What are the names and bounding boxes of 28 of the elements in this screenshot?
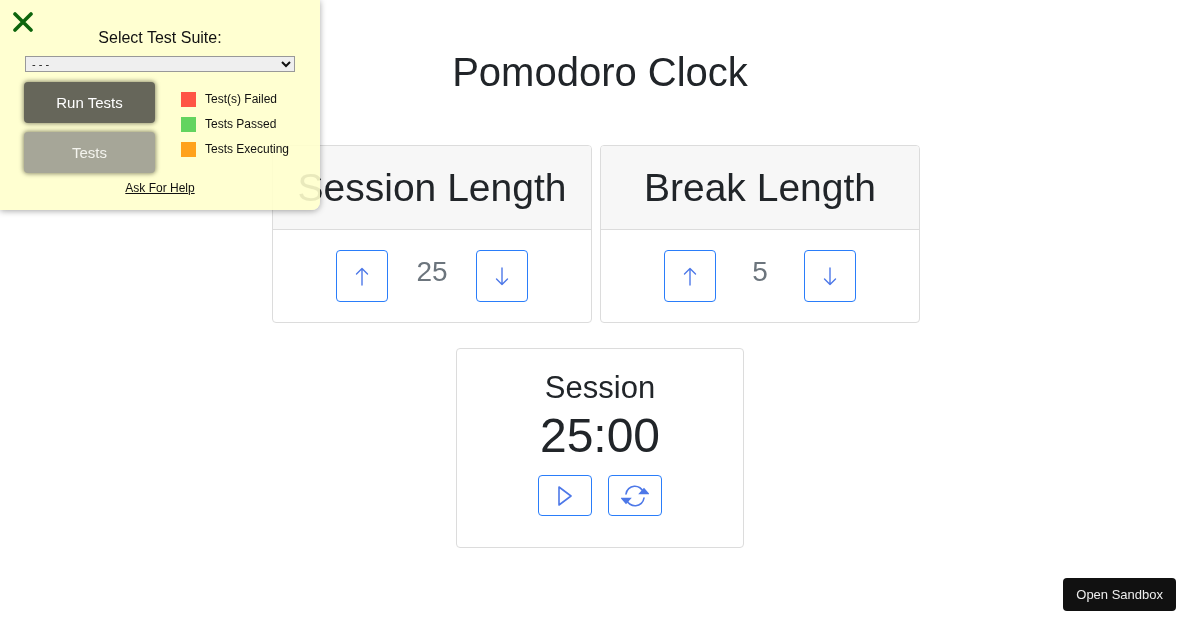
arrow-down-icon [823, 266, 837, 286]
arrow-down-icon [495, 266, 509, 286]
legend-label: Tests Passed [205, 117, 277, 132]
page-title: Pomodoro Clock [452, 49, 748, 96]
arrow-up-icon [355, 266, 369, 286]
increment-button[interactable] [336, 250, 388, 302]
run-tests-button[interactable]: Run Tests [24, 82, 155, 123]
play-icon [558, 485, 572, 506]
decrement-button[interactable] [476, 250, 528, 302]
play-button[interactable] [538, 475, 592, 516]
setting-value: 5 [751, 255, 769, 289]
decrement-button[interactable] [804, 250, 856, 302]
timer-time: 25:00 [539, 408, 661, 464]
refresh-icon [621, 483, 649, 508]
close-button[interactable] [12, 12, 34, 32]
setting-title: Break Length [644, 164, 876, 211]
panel-title: Select Test Suite: [97, 29, 223, 47]
increment-button[interactable] [664, 250, 716, 302]
arrow-up-icon [683, 266, 697, 286]
reset-button[interactable] [608, 475, 662, 516]
timer-label: Session [544, 370, 656, 406]
legend-label: Tests Executing [205, 142, 290, 157]
legend-label: Test(s) Failed [205, 92, 278, 107]
close-icon [12, 12, 34, 32]
test-suite-select[interactable]: - - - [25, 56, 295, 72]
open-sandbox-button[interactable]: Open Sandbox [1063, 578, 1176, 611]
help-link[interactable]: Ask For Help [125, 181, 195, 195]
setting-value: 25 [415, 255, 449, 289]
